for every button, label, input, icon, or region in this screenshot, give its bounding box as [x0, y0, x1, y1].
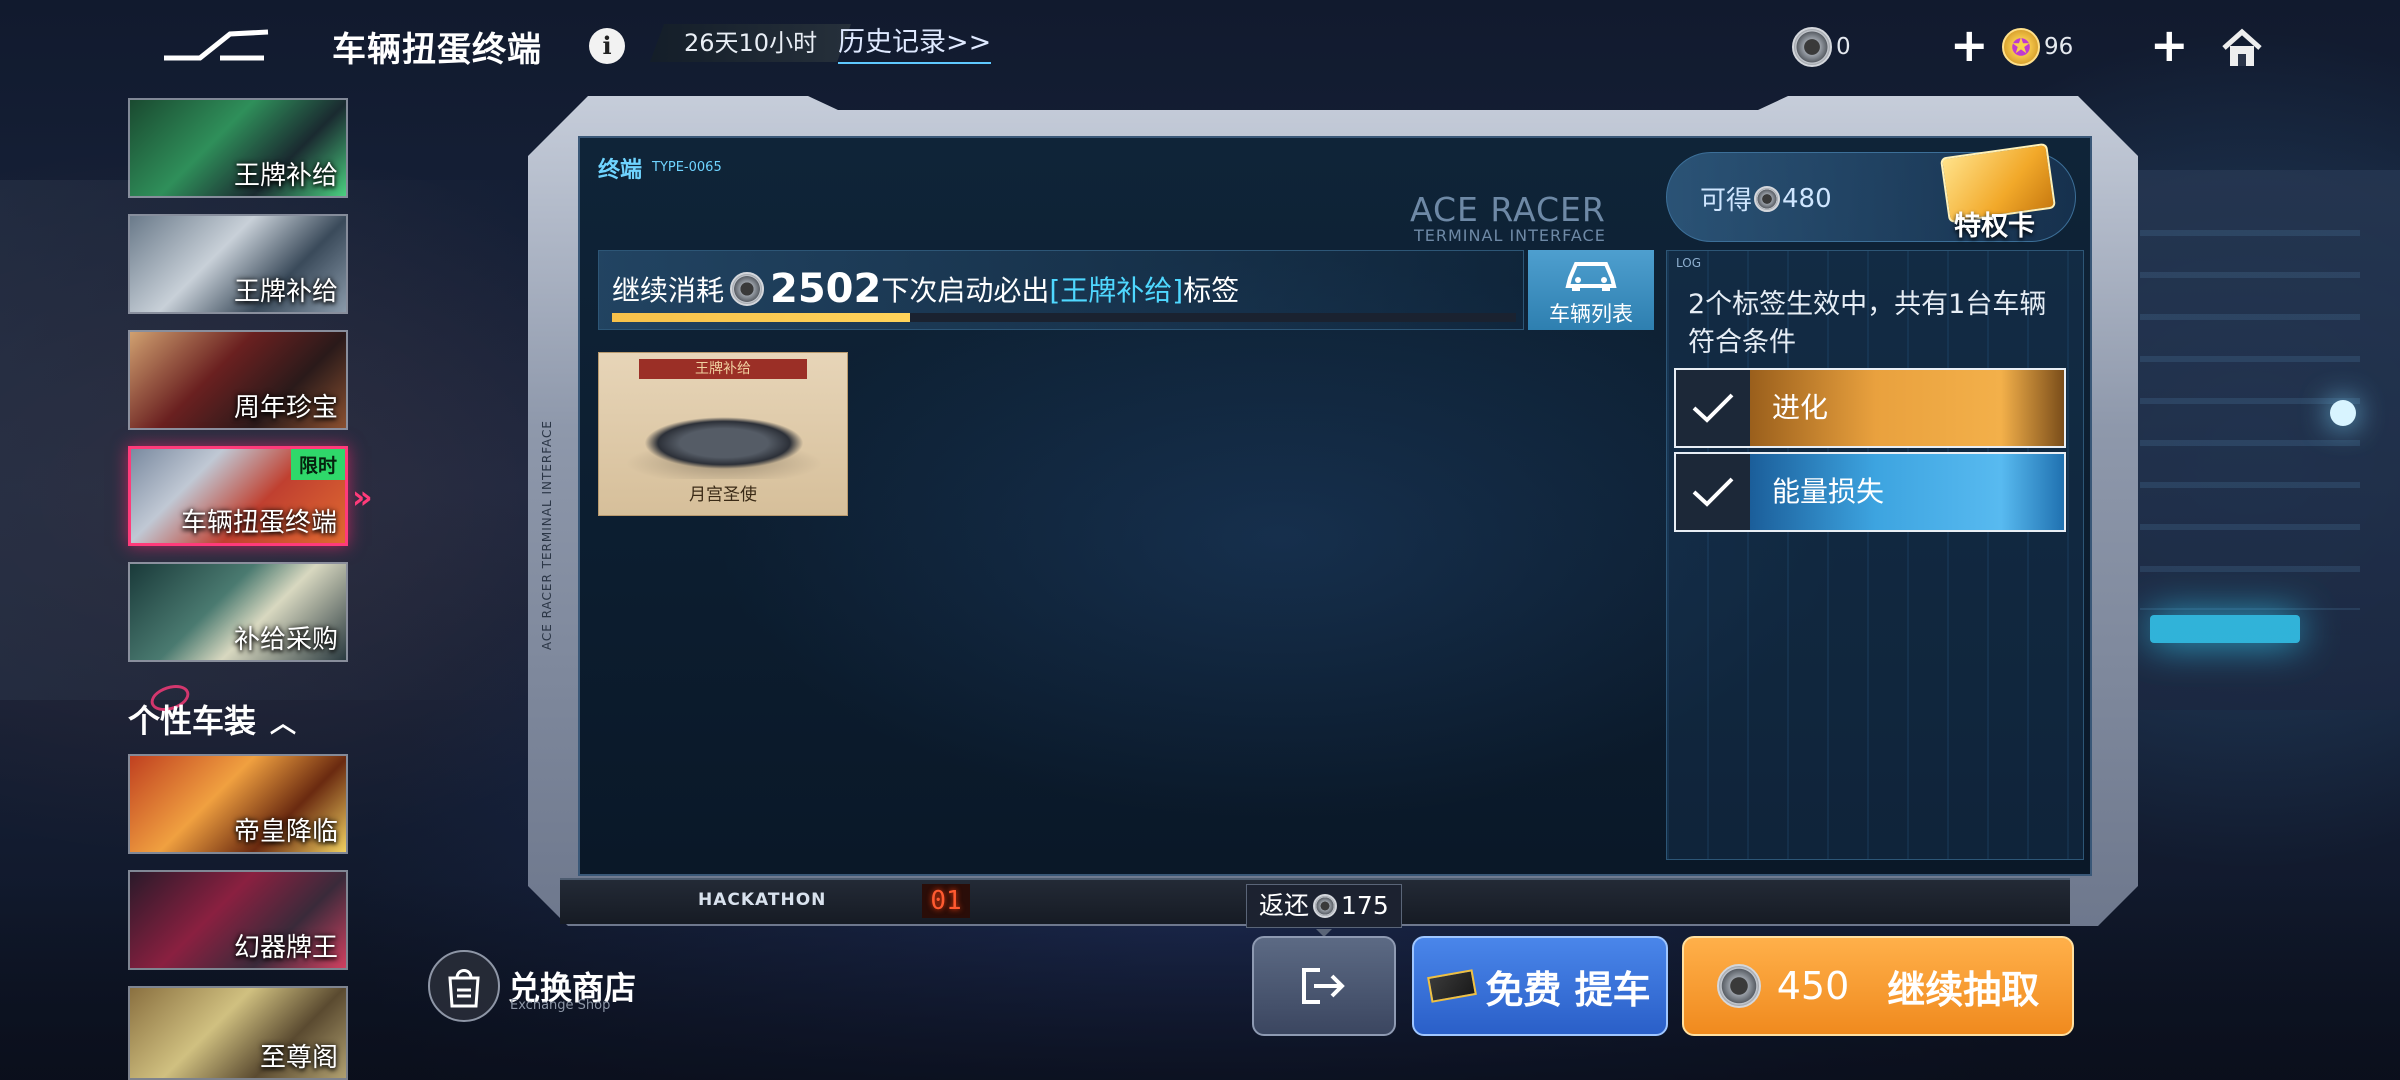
sidebar-item-anniversary[interactable]: 周年珍宝	[128, 330, 348, 430]
frame-vertical-text: ACE RACER TERMINAL INTERFACE	[540, 420, 554, 651]
sidebar-item-label: 至尊阁	[259, 1043, 338, 1073]
section-toggle[interactable]: 个性车装 ︿	[128, 696, 296, 742]
progress-suffix: 标签	[1183, 274, 1240, 307]
silver-coin-icon	[730, 272, 765, 306]
background-neon-light	[2150, 615, 2300, 643]
log-message: 2个标签生效中，共有1台车辆符合条件	[1688, 289, 2047, 358]
sidebar-item-label: 车辆扭蛋终端	[180, 508, 337, 538]
car-image	[611, 383, 837, 479]
car-icon	[1565, 262, 1617, 291]
limited-time-badge: 限时	[290, 449, 345, 480]
event-timer: 26天10小时	[650, 24, 851, 62]
progress-middle: 下次启动必出	[881, 274, 1050, 307]
terminal-digits: 01	[922, 884, 970, 918]
refund-tooltip: 返还 175	[1246, 884, 1402, 937]
sidebar-item-gacha-terminal[interactable]: 限时 车辆扭蛋终端	[128, 446, 348, 546]
progress-amount: 2502	[770, 266, 882, 312]
ticket-icon	[1427, 969, 1478, 1003]
condition-energy-loss[interactable]: 能量损失	[1674, 452, 2066, 532]
available-reward: 可得 480	[1700, 180, 1832, 217]
free-claim-label: 免费 提车	[1485, 967, 1651, 1012]
add-coins-button[interactable]: +	[1950, 20, 1989, 70]
info-icon[interactable]: i	[589, 28, 625, 64]
sidebar-item-label: 幻器牌王	[233, 933, 338, 963]
condition-label: 能量损失	[1750, 454, 2064, 530]
log-label: LOG	[1676, 256, 1702, 270]
free-claim-button[interactable]: 免费 提车	[1412, 936, 1668, 1036]
reward-card-tag: 王牌补给	[639, 359, 807, 379]
exit-button[interactable]	[1252, 936, 1396, 1036]
exit-icon	[1302, 968, 1345, 1004]
sidebar-item-supreme-pavilion[interactable]: 至尊阁	[128, 986, 348, 1080]
coin-balance: 0	[1792, 26, 1851, 68]
sidebar-item-label: 补给采购	[233, 625, 338, 655]
draw-cost: 450	[1776, 964, 1850, 1008]
brand-title: ACE RACER	[1410, 190, 1606, 229]
back-logo-icon[interactable]	[160, 28, 270, 62]
progress-bar	[612, 313, 1516, 322]
active-arrow-icon: »	[352, 478, 373, 516]
terminal-type-code: TYPE-0065	[652, 160, 722, 175]
silver-coin-icon	[1716, 964, 1761, 1008]
available-prefix: 可得	[1700, 186, 1753, 216]
shopping-bag-icon	[428, 950, 500, 1022]
refund-prefix: 返还	[1259, 891, 1310, 920]
reward-card[interactable]: 王牌补给 月宫圣使	[598, 352, 848, 516]
sidebar-item-phantom-ace[interactable]: 幻器牌王	[128, 870, 348, 970]
star-balance: ★ 96	[2002, 26, 2073, 68]
home-icon[interactable]	[2220, 28, 2264, 68]
page-title: 车辆扭蛋终端	[332, 30, 542, 70]
silver-coin-icon	[1313, 894, 1338, 918]
privilege-card-label[interactable]: 特权卡	[1954, 204, 2035, 243]
background-lamp	[2330, 400, 2356, 426]
exchange-shop-sublabel: Exchange Shop	[510, 998, 611, 1013]
silver-coin-icon	[1754, 185, 1781, 212]
sidebar-item-supply-purchase[interactable]: 补给采购	[128, 562, 348, 662]
available-amount: 480	[1782, 183, 1832, 214]
section-title: 个性车装	[128, 702, 257, 740]
sidebar-item-ace-supply-1[interactable]: 王牌补给	[128, 98, 348, 198]
terminal-title: 终端	[598, 158, 643, 183]
condition-evolution[interactable]: 进化	[1674, 368, 2066, 448]
car-list-label: 车辆列表	[1549, 302, 1633, 326]
continue-draw-button[interactable]: 450 继续抽取	[1682, 936, 2074, 1036]
checkmark-icon	[1676, 454, 1750, 530]
sidebar-item-label: 周年珍宝	[233, 393, 338, 423]
progress-highlight: [王牌补给]	[1049, 274, 1184, 307]
progress-bar-fill	[612, 313, 911, 322]
condition-label: 进化	[1750, 370, 2064, 446]
sidebar-item-label: 王牌补给	[233, 161, 338, 191]
progress-prefix: 继续消耗	[612, 274, 725, 307]
add-stars-button[interactable]: +	[2150, 20, 2189, 70]
purple-star-coin-icon: ★	[2002, 28, 2040, 66]
sidebar-item-emperor[interactable]: 帝皇降临	[128, 754, 348, 854]
progress-message: 继续消耗 2502 下次启动必出 [王牌补给] 标签	[612, 266, 1239, 312]
sidebar-item-ace-supply-2[interactable]: 王牌补给	[128, 214, 348, 314]
terminal-bottom-label: HACKATHON	[698, 890, 827, 910]
coin-balance-value: 0	[1836, 34, 1851, 60]
silver-coin-icon	[1792, 27, 1832, 67]
draw-label: 继续抽取	[1887, 967, 2040, 1012]
chevron-up-icon: ︿	[270, 709, 297, 739]
car-list-button[interactable]: 车辆列表	[1528, 250, 1654, 330]
reward-card-name: 月宫圣使	[689, 485, 757, 505]
refund-amount: 175	[1341, 891, 1389, 920]
checkmark-icon	[1676, 370, 1750, 446]
star-balance-value: 96	[2044, 34, 2074, 60]
brand-subtitle: TERMINAL INTERFACE	[1414, 226, 1606, 245]
history-link[interactable]: 历史记录>>	[838, 24, 992, 64]
sidebar-item-label: 帝皇降临	[233, 817, 338, 847]
sidebar-item-label: 王牌补给	[233, 277, 338, 307]
